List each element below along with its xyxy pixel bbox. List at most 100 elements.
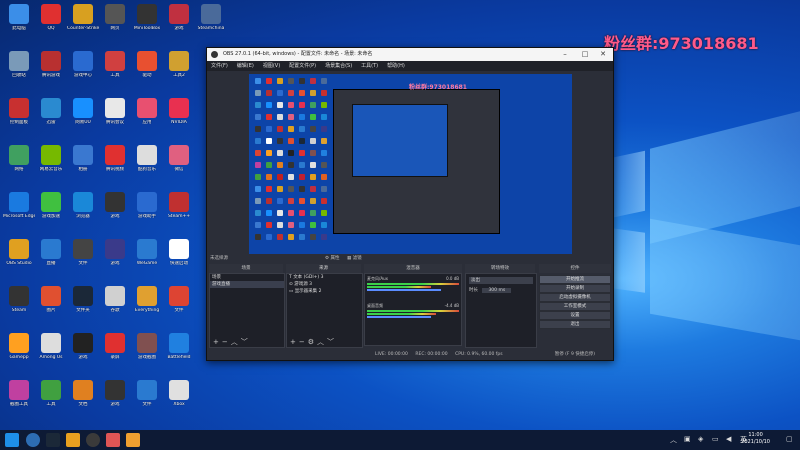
- desktop-icon[interactable]: 文件: [67, 239, 99, 266]
- desktop-icon[interactable]: 相册: [67, 145, 99, 172]
- desktop-icon[interactable]: 网页: [99, 4, 131, 31]
- volume-slider[interactable]: [367, 316, 432, 318]
- desktop-icon[interactable]: 游戏助手: [131, 192, 163, 219]
- scene-item[interactable]: 游戏直播: [210, 281, 284, 288]
- obs-taskbar-icon[interactable]: [86, 433, 100, 447]
- desktop-icon[interactable]: 腾讯会议: [99, 98, 131, 125]
- desktop-icon[interactable]: Gamepp: [3, 333, 35, 360]
- desktop-icon[interactable]: 文件: [131, 380, 163, 407]
- desktop-icon[interactable]: 工具: [35, 380, 67, 407]
- desktop-icon[interactable]: 工具2: [163, 51, 195, 78]
- desktop-icon[interactable]: 应用: [131, 98, 163, 125]
- desktop-icon[interactable]: 迅雷: [35, 98, 67, 125]
- properties-button[interactable]: ⚙ 属性: [325, 254, 339, 264]
- desktop-icon[interactable]: Counter-Strike: [67, 4, 99, 31]
- desktop-icon[interactable]: 图片: [35, 286, 67, 313]
- desktop-icon[interactable]: 文件夹: [67, 286, 99, 313]
- source-item[interactable]: ▭ 显示器采集 2: [287, 288, 362, 295]
- exit-button[interactable]: 退出: [539, 320, 611, 329]
- start-icon[interactable]: [5, 433, 19, 447]
- desktop-icon[interactable]: 游戏: [67, 333, 99, 360]
- desktop-icon[interactable]: Steam: [3, 286, 35, 313]
- source-item[interactable]: T 文本 (GDI+) 3: [287, 274, 362, 281]
- virtual-camera-button[interactable]: 启动虚拟摄像机: [539, 293, 611, 302]
- desktop-icon[interactable]: Among Us: [35, 333, 67, 360]
- menu-file[interactable]: 文件(F): [211, 61, 228, 71]
- desktop-icon[interactable]: 控制面板: [3, 98, 35, 125]
- tray-app-icon[interactable]: ◈: [698, 435, 703, 443]
- desktop-icon[interactable]: 腾讯视频: [99, 145, 131, 172]
- desktop-icon[interactable]: WeGame: [131, 239, 163, 266]
- search-icon[interactable]: [26, 433, 40, 447]
- desktop-icon[interactable]: 截图工具: [3, 380, 35, 407]
- desktop-icon[interactable]: 游戏截图: [131, 333, 163, 360]
- desktop-icon[interactable]: 谷歌: [99, 286, 131, 313]
- studio-mode-button[interactable]: 工作室模式: [539, 302, 611, 311]
- source-controls[interactable]: +−⚙︿﹀: [287, 337, 362, 347]
- desktop-icon[interactable]: Steamchina: [195, 4, 227, 31]
- steam-icon[interactable]: [46, 433, 60, 447]
- taskbar-clock[interactable]: 11:00 2021/10/10: [741, 432, 770, 446]
- desktop-icon[interactable]: 游戏中心: [67, 51, 99, 78]
- desktop-icon[interactable]: QQ: [35, 4, 67, 31]
- volume-slider[interactable]: [367, 289, 441, 291]
- desktop-icon[interactable]: 游戏: [99, 380, 131, 407]
- desktop-icon[interactable]: 微信: [163, 145, 195, 172]
- transition-select[interactable]: 淡出: [469, 277, 533, 284]
- desktop-icon[interactable]: 游戏: [99, 239, 131, 266]
- scene-controls[interactable]: +−︿﹀: [210, 337, 284, 347]
- preview-canvas[interactable]: 粉丝群:973018681: [249, 74, 572, 254]
- desktop-icon[interactable]: Microsoft Edge: [3, 192, 35, 219]
- desktop-icon[interactable]: 游戏: [99, 192, 131, 219]
- desktop-icon[interactable]: 网易UU: [67, 98, 99, 125]
- desktop-icon[interactable]: 网络: [3, 145, 35, 172]
- network-icon[interactable]: ▭: [712, 435, 719, 443]
- desktop-icon[interactable]: 录屏: [99, 333, 131, 360]
- desktop-icon[interactable]: 游戏: [163, 4, 195, 31]
- volume-icon[interactable]: ◀: [726, 435, 731, 443]
- desktop-icon[interactable]: 文档: [67, 380, 99, 407]
- app-icon[interactable]: [106, 433, 120, 447]
- close-icon[interactable]: ✕: [595, 48, 611, 61]
- duration-input[interactable]: 300 ms: [482, 288, 512, 293]
- desktop-icon[interactable]: MiniToolBox: [131, 4, 163, 31]
- app-icon[interactable]: [126, 433, 140, 447]
- desktop-icon[interactable]: 直播: [35, 239, 67, 266]
- desktop-icon[interactable]: 此电脑: [3, 4, 35, 31]
- menu-profile[interactable]: 配置文件(P): [289, 61, 316, 71]
- desktop-icon[interactable]: 工具: [99, 51, 131, 78]
- desktop-icon[interactable]: 快速启动: [163, 239, 195, 266]
- menu-view[interactable]: 视图(V): [263, 61, 280, 71]
- source-item[interactable]: ⊙ 游戏源 3: [287, 281, 362, 288]
- desktop-icon[interactable]: 驱动: [131, 51, 163, 78]
- settings-button[interactable]: 设置: [539, 311, 611, 320]
- desktop-icon[interactable]: OBS Studio: [3, 239, 35, 266]
- file-explorer-icon[interactable]: [66, 433, 80, 447]
- obs-titlebar[interactable]: OBS 27.0.1 (64-bit, windows) - 配置文件: 未命名…: [207, 48, 613, 61]
- desktop-icon[interactable]: 浏览器: [67, 192, 99, 219]
- menu-help[interactable]: 帮助(H): [387, 61, 405, 71]
- filters-button[interactable]: ▦ 滤镜: [347, 254, 362, 264]
- notification-icon[interactable]: ▢: [786, 435, 793, 443]
- tray-up-icon[interactable]: ︿: [670, 435, 677, 445]
- desktop-icon[interactable]: Xbox: [163, 380, 195, 407]
- maximize-icon[interactable]: □: [577, 48, 593, 61]
- menu-scene-collection[interactable]: 场景集合(S): [325, 61, 352, 71]
- tray-app-icon[interactable]: ▣: [684, 435, 691, 443]
- desktop-icon[interactable]: NVIDIA: [163, 98, 195, 125]
- menu-edit[interactable]: 编辑(E): [237, 61, 254, 71]
- desktop-icon[interactable]: Steam++: [163, 192, 195, 219]
- scene-item[interactable]: 场景: [210, 274, 284, 281]
- desktop-icon[interactable]: Everything: [131, 286, 163, 313]
- desktop-icon[interactable]: 酷狗音乐: [131, 145, 163, 172]
- menu-tools[interactable]: 工具(T): [361, 61, 378, 71]
- desktop-icon[interactable]: 回收站: [3, 51, 35, 78]
- desktop-icon[interactable]: 文件: [163, 286, 195, 313]
- start-streaming-button[interactable]: 开始推流: [539, 275, 611, 284]
- minimize-icon[interactable]: –: [557, 48, 573, 61]
- start-recording-button[interactable]: 开始录制: [539, 284, 611, 293]
- obs-window[interactable]: OBS 27.0.1 (64-bit, windows) - 配置文件: 未命名…: [206, 47, 614, 361]
- desktop-icon[interactable]: 网易云音乐: [35, 145, 67, 172]
- desktop-icon[interactable]: 游戏加速: [35, 192, 67, 219]
- desktop-icon[interactable]: 腾讯游戏: [35, 51, 67, 78]
